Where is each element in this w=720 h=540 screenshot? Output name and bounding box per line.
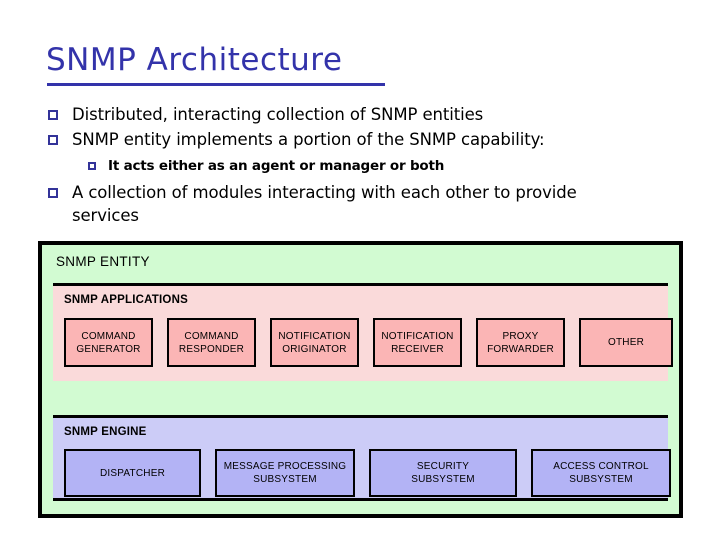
app-box-command-responder[interactable]: COMMAND RESPONDER [167, 318, 256, 367]
engine-box-line2: SUBSYSTEM [569, 474, 633, 485]
list-item: A collection of modules interacting with… [48, 181, 658, 227]
square-bullet-icon [88, 162, 96, 170]
list-item-text: A collection of modules interacting with… [72, 183, 577, 225]
engine-box-message-processing-subsystem[interactable]: MESSAGE PROCESSING SUBSYSTEM [215, 449, 355, 497]
engine-box-row: DISPATCHER MESSAGE PROCESSING SUBSYSTEM … [64, 449, 671, 497]
app-box-line2: ORIGINATOR [282, 343, 347, 355]
snmp-applications-band: SNMP APPLICATIONS COMMAND GENERATOR COMM… [53, 283, 673, 381]
applications-box-row: COMMAND GENERATOR COMMAND RESPONDER NOTI… [64, 318, 673, 367]
square-bullet-icon [48, 135, 58, 145]
app-box-line1: OTHER [608, 337, 644, 348]
square-bullet-icon [48, 110, 58, 120]
sub-list-item-text: It acts either as an agent or manager or… [108, 158, 445, 174]
app-box-line1: PROXY [502, 330, 539, 342]
engine-box-line2: SUBSYSTEM [253, 474, 317, 485]
list-item-text: Distributed, interacting collection of S… [72, 105, 484, 124]
engine-box-line1: SECURITY [416, 461, 470, 472]
app-box-notification-receiver[interactable]: NOTIFICATION RECEIVER [373, 318, 462, 367]
engine-box-line1: ACCESS CONTROL [553, 461, 649, 472]
snmp-entity-diagram: SNMP ENTITY SNMP APPLICATIONS COMMAND GE… [38, 241, 683, 518]
snmp-applications-label: SNMP APPLICATIONS [64, 294, 188, 306]
app-box-line1: NOTIFICATION [278, 330, 351, 342]
list-item: Distributed, interacting collection of S… [48, 103, 658, 126]
engine-box-access-control-subsystem[interactable]: ACCESS CONTROL SUBSYSTEM [531, 449, 671, 497]
page-title: SNMP Architecture [46, 42, 343, 78]
engine-box-dispatcher[interactable]: DISPATCHER [64, 449, 201, 497]
app-box-line1: COMMAND [184, 330, 239, 342]
app-box-line2: FORWARDER [487, 343, 554, 355]
list-item: SNMP entity implements a portion of the … [48, 128, 658, 151]
app-box-line2: RESPONDER [178, 343, 245, 355]
app-box-line1: NOTIFICATION [381, 330, 454, 342]
engine-box-security-subsystem[interactable]: SECURITY SUBSYSTEM [369, 449, 517, 497]
app-box-notification-originator[interactable]: NOTIFICATION ORIGINATOR [270, 318, 359, 367]
snmp-engine-band: SNMP ENGINE DISPATCHER MESSAGE PROCESSIN… [53, 415, 671, 501]
bullet-list: Distributed, interacting collection of S… [48, 103, 658, 229]
app-box-proxy-forwarder[interactable]: PROXY FORWARDER [476, 318, 565, 367]
title-underline [47, 83, 385, 86]
app-box-line2: GENERATOR [76, 343, 141, 355]
list-item-text: SNMP entity implements a portion of the … [72, 130, 545, 149]
app-box-command-generator[interactable]: COMMAND GENERATOR [64, 318, 153, 367]
sub-list-item: It acts either as an agent or manager or… [88, 157, 658, 175]
square-bullet-icon [48, 188, 58, 198]
engine-box-line1: DISPATCHER [100, 467, 165, 479]
app-box-line2: RECEIVER [391, 343, 444, 355]
app-box-line1: COMMAND [81, 330, 136, 342]
snmp-engine-label: SNMP ENGINE [64, 426, 147, 438]
snmp-entity-label: SNMP ENTITY [56, 254, 150, 269]
engine-box-line1: MESSAGE PROCESSING [223, 461, 347, 472]
engine-box-line2: SUBSYSTEM [411, 474, 475, 485]
app-box-other[interactable]: OTHER [579, 318, 673, 367]
